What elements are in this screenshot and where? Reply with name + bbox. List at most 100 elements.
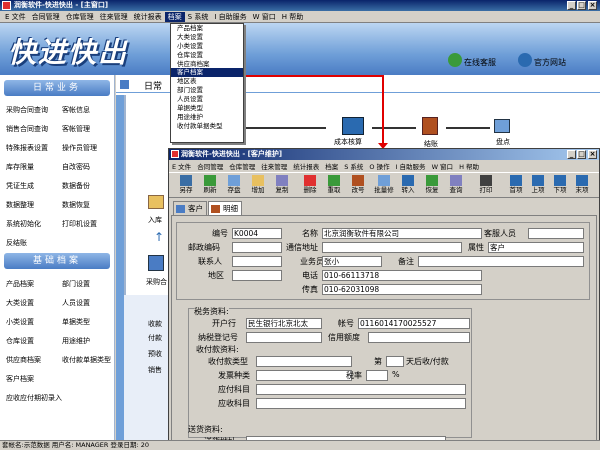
sub-menu-item[interactable]: 仓库管理 (226, 161, 258, 171)
zip-input[interactable] (232, 242, 282, 253)
daily-tab-label[interactable]: 日常 (144, 79, 162, 92)
salesman-input[interactable]: 张小 (322, 256, 382, 267)
menu-accounts[interactable]: 往来管理 (97, 12, 131, 22)
closing-icon[interactable] (422, 117, 438, 135)
left-panel-link[interactable]: 库存限量 (6, 162, 34, 172)
close-button[interactable]: × (588, 1, 597, 10)
toolbar-button[interactable]: 首项 (505, 175, 527, 197)
account-input[interactable]: 0116014170025527 (358, 318, 470, 329)
inbound-icon[interactable] (148, 195, 164, 209)
official-site-icon[interactable] (518, 53, 532, 67)
left-panel-link[interactable]: 收付款单据类型 (62, 355, 111, 365)
stocktake-label[interactable]: 盘点 (496, 137, 510, 147)
pay-label[interactable]: 付款 (148, 333, 162, 343)
toolbar-button[interactable]: 另存 (175, 175, 197, 197)
left-panel-link[interactable]: 部门设置 (62, 279, 90, 289)
receive-label[interactable]: 收款 (148, 319, 162, 329)
menu-file[interactable]: E 文件 (2, 12, 29, 22)
attribute-input[interactable]: 客户 (488, 242, 584, 253)
toolbar-button[interactable]: 末项 (571, 175, 593, 197)
menu-contract[interactable]: 合同管理 (29, 12, 63, 22)
sub-menu-item[interactable]: H 帮助 (456, 161, 482, 171)
sub-menu-item[interactable]: I 自助服务 (393, 161, 429, 171)
tab-detail[interactable]: 明细 (208, 201, 242, 215)
menu-system[interactable]: S 系统 (185, 12, 212, 22)
dropdown-item[interactable]: 客户档案 (171, 68, 243, 78)
cost-accounting-icon[interactable] (342, 117, 364, 135)
advance-receive-label[interactable]: 预收 (148, 349, 162, 359)
sub-menu-item[interactable]: 合同管理 (194, 161, 226, 171)
tab-customer[interactable]: 客户 (173, 201, 207, 215)
toolbar-button[interactable]: 删除 (299, 175, 321, 197)
toolbar-button[interactable]: 刷新 (199, 175, 221, 197)
dropdown-item[interactable]: 单据类型 (171, 104, 243, 113)
left-panel-link[interactable]: 数据整理 (6, 200, 34, 210)
left-panel-link[interactable]: 自改密码 (62, 162, 90, 172)
dropdown-item[interactable]: 地区表 (171, 77, 243, 86)
menu-reports[interactable]: 统计报表 (131, 12, 165, 22)
toolbar-button[interactable]: 改号 (347, 175, 369, 197)
sub-menu-item[interactable]: 统计报表 (290, 161, 322, 171)
fax-input[interactable]: 010-62031098 (322, 284, 482, 295)
customer-staff-input[interactable] (528, 228, 584, 239)
receivable-input[interactable] (256, 398, 466, 409)
code-input[interactable]: K0004 (232, 228, 282, 239)
toolbar-button[interactable]: 增加 (247, 175, 269, 197)
toolbar-button[interactable]: 复制 (271, 175, 293, 197)
toolbar-button[interactable]: 存盘 (223, 175, 245, 197)
dropdown-item[interactable]: 产品档案 (171, 24, 243, 33)
contact-input[interactable] (232, 256, 282, 267)
toolbar-button[interactable]: 恢复 (421, 175, 443, 197)
left-panel-link[interactable]: 销售合同查询 (6, 124, 48, 134)
address-input[interactable] (322, 242, 462, 253)
left-panel-link[interactable]: 小类设置 (6, 317, 34, 327)
left-panel-link[interactable]: 仓库设置 (6, 336, 34, 346)
dropdown-item[interactable]: 部门设置 (171, 86, 243, 95)
dropdown-item[interactable]: 收付款单据类型 (171, 122, 243, 131)
sub-menu-item[interactable]: 往来管理 (258, 161, 290, 171)
sub-menu-item[interactable]: O 操作 (366, 161, 392, 171)
sales-label[interactable]: 销售 (148, 365, 162, 375)
inbound-label[interactable]: 入库 (148, 215, 162, 225)
purchase-contract-icon[interactable] (148, 255, 164, 271)
left-panel-link[interactable]: 单据类型 (62, 317, 90, 327)
left-panel-link[interactable]: 凭证生成 (6, 181, 34, 191)
toolbar-button[interactable]: 上项 (527, 175, 549, 197)
dropdown-item[interactable]: 用途维护 (171, 113, 243, 122)
menu-archive[interactable]: 档案 (164, 11, 185, 22)
purchase-contract-label[interactable]: 采购合 (146, 277, 167, 287)
maximize-button[interactable]: □ (577, 1, 586, 10)
toolbar-button[interactable]: 下项 (549, 175, 571, 197)
dropdown-item[interactable]: 人员设置 (171, 95, 243, 104)
payment-days-input[interactable] (386, 356, 404, 367)
left-panel-link[interactable]: 数据恢复 (62, 200, 90, 210)
left-panel-link[interactable]: 特殊报表设置 (6, 143, 48, 153)
left-panel-link[interactable]: 客户档案 (6, 374, 34, 384)
stocktake-icon[interactable] (494, 119, 510, 133)
minimize-button[interactable]: _ (567, 1, 576, 10)
toolbar-button[interactable]: 转入 (397, 175, 419, 197)
sub-minimize-button[interactable]: _ (567, 150, 576, 159)
toolbar-button[interactable]: 重取 (323, 175, 345, 197)
payable-input[interactable] (256, 384, 466, 395)
sub-maximize-button[interactable]: □ (577, 150, 586, 159)
left-panel-link[interactable]: 采购合同查询 (6, 105, 48, 115)
left-panel-link[interactable]: 供应商档案 (6, 355, 41, 365)
menu-window[interactable]: W 窗口 (250, 12, 279, 22)
left-panel-link[interactable]: 系统初始化 (6, 219, 41, 229)
phone-input[interactable]: 010-66113718 (322, 270, 482, 281)
official-site-link[interactable]: 官方网站 (534, 57, 566, 68)
tax-rate-input[interactable] (366, 370, 388, 381)
online-service-link[interactable]: 在线客服 (464, 57, 496, 68)
left-panel-link[interactable]: 应收应付期初录入 (6, 393, 62, 403)
remark-input[interactable] (418, 256, 584, 267)
online-service-icon[interactable] (448, 53, 462, 67)
credit-input[interactable] (368, 332, 470, 343)
left-panel-link[interactable]: 用途维护 (62, 336, 90, 346)
left-panel-link[interactable]: 反结账 (6, 238, 27, 248)
toolbar-button[interactable]: 查询 (445, 175, 467, 197)
cost-accounting-label[interactable]: 成本核算 (334, 137, 362, 147)
left-panel-link[interactable]: 客帐管理 (62, 124, 90, 134)
left-panel-link[interactable]: 客帐信息 (62, 105, 90, 115)
payment-type-input[interactable] (256, 356, 352, 367)
